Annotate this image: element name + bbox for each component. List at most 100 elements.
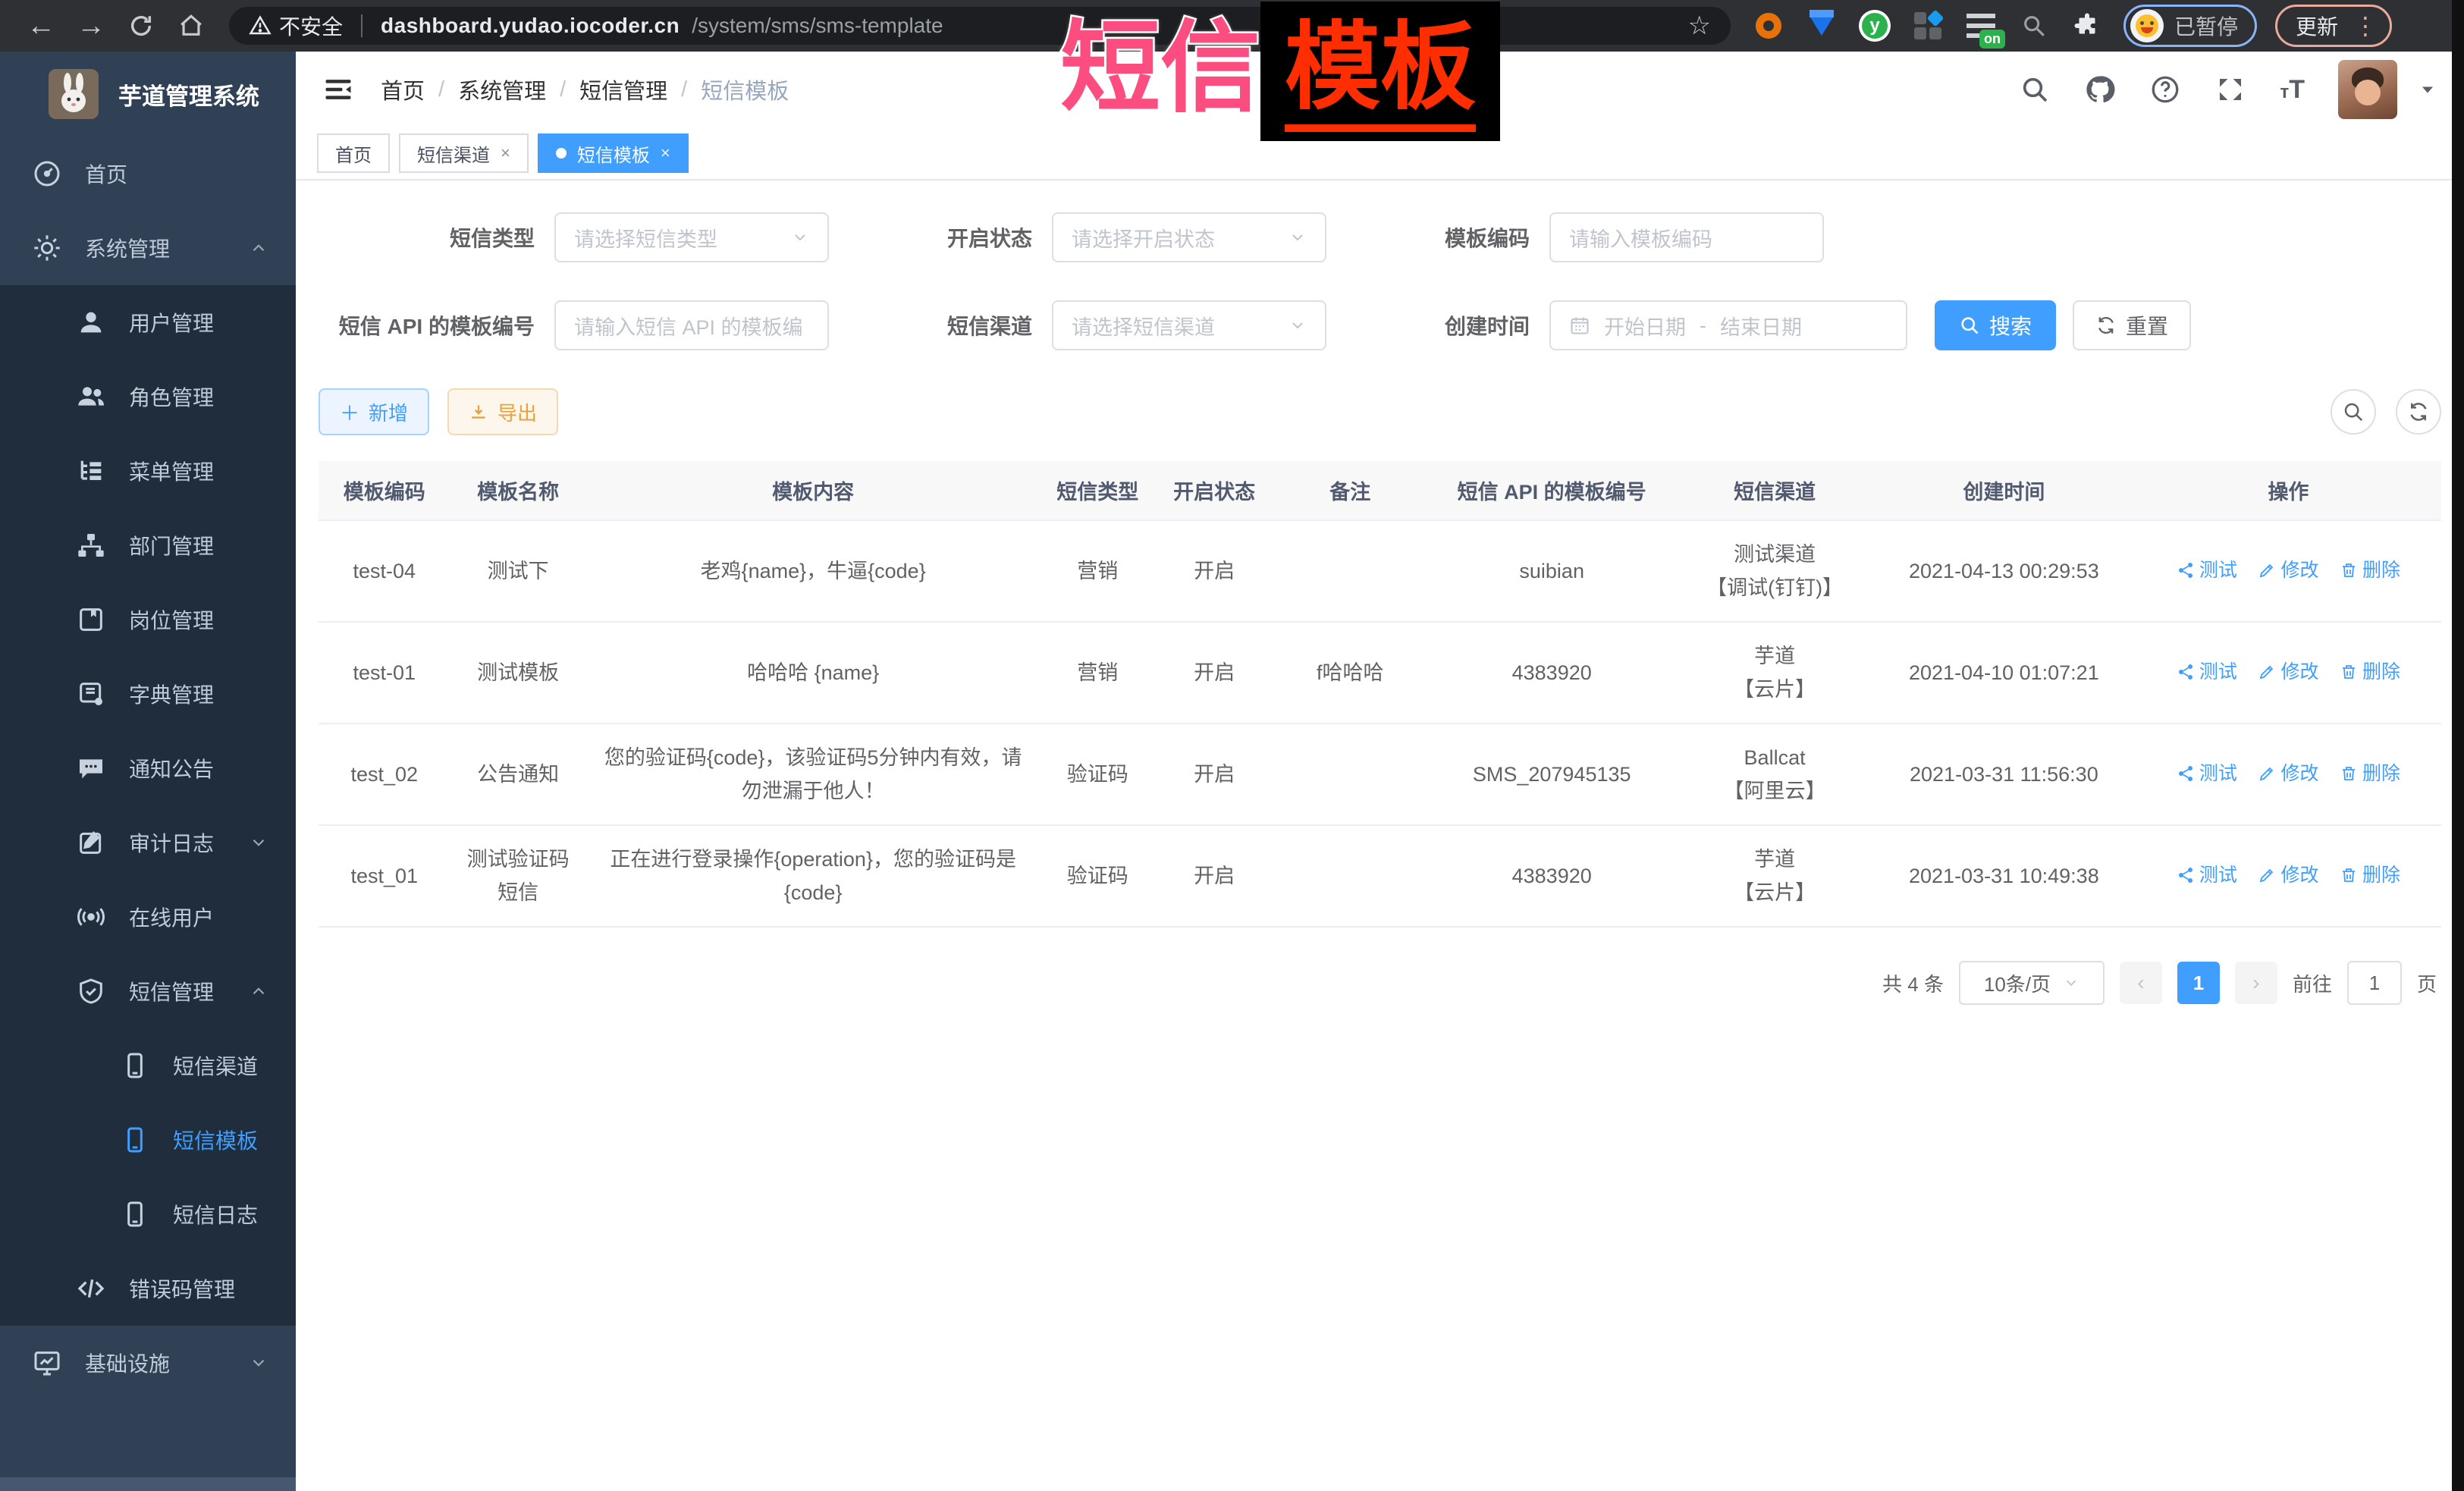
tab-sms-template[interactable]: 短信模板 ×: [538, 133, 689, 173]
breadcrumb-system[interactable]: 系统管理: [458, 74, 546, 105]
test-link[interactable]: 测试: [2177, 554, 2237, 587]
sidebar-item-sms-channel[interactable]: 短信渠道: [0, 1028, 296, 1103]
sidebar-item-home[interactable]: 首页: [0, 137, 296, 211]
search-button[interactable]: 搜索: [1935, 300, 2056, 350]
browser-home-icon[interactable]: [170, 5, 212, 47]
overlay-black-box: 模板: [1260, 2, 1500, 141]
test-link[interactable]: 测试: [2177, 655, 2237, 689]
open-status-select[interactable]: 请选择开启状态: [1052, 212, 1326, 262]
reset-button[interactable]: 重置: [2073, 300, 2191, 350]
sidebar-item-dicts[interactable]: 字典管理: [0, 657, 296, 731]
delete-link[interactable]: 删除: [2340, 655, 2400, 689]
help-icon[interactable]: [2149, 74, 2181, 105]
sidebar-header[interactable]: 芋道管理系统: [0, 52, 296, 137]
api-template-id-input[interactable]: 请输入短信 API 的模板编: [554, 300, 829, 350]
refresh-table-button[interactable]: [2396, 389, 2441, 435]
page-content: 短信类型 请选择短信类型 开启状态 请选择开启状态 模板编码 请输入模板编码: [296, 180, 2464, 1005]
sidebar-item-label: 通知公告: [129, 753, 214, 783]
sidebar: 芋道管理系统 首页 系统管理 用户管理 角色管理 菜单管理: [0, 52, 296, 1491]
extension-donut-icon[interactable]: [1752, 9, 1785, 42]
sidebar-item-label: 短信渠道: [173, 1050, 258, 1081]
github-icon[interactable]: [2084, 74, 2116, 105]
cell-content: 正在进行登录操作{operation}，您的验证码是{code}: [586, 825, 1041, 927]
breadcrumb-separator: /: [560, 77, 566, 102]
browser-update-button[interactable]: 更新 ⋮: [2275, 5, 2392, 47]
sidebar-item-error-codes[interactable]: 错误码管理: [0, 1251, 296, 1326]
col-open-status: 开启状态: [1155, 461, 1274, 520]
goto-page-input[interactable]: [2347, 961, 2402, 1005]
extension-magnifier-icon[interactable]: [2017, 9, 2051, 42]
on-badge: on: [1979, 30, 2005, 49]
extension-y-icon[interactable]: y: [1858, 9, 1891, 42]
test-link[interactable]: 测试: [2177, 859, 2237, 892]
sidebar-item-sms-template[interactable]: 短信模板: [0, 1103, 296, 1177]
cell-operations: 测试 修改 删除: [2136, 622, 2441, 724]
chevron-down-icon: [249, 833, 268, 852]
sidebar-item-menus[interactable]: 菜单管理: [0, 434, 296, 508]
sms-channel-select[interactable]: 请选择短信渠道: [1052, 300, 1326, 350]
delete-link[interactable]: 删除: [2340, 859, 2400, 892]
test-link[interactable]: 测试: [2177, 757, 2237, 790]
start-date-placeholder: 开始日期: [1604, 311, 1686, 341]
sidebar-item-departments[interactable]: 部门管理: [0, 508, 296, 582]
sidebar-item-notices[interactable]: 通知公告: [0, 731, 296, 805]
create-time-range-picker[interactable]: 开始日期 - 结束日期: [1549, 300, 1907, 350]
close-icon[interactable]: ×: [501, 143, 510, 163]
user-avatar[interactable]: [2338, 60, 2397, 119]
cell-name: 公告通知: [450, 724, 586, 825]
profile-avatar-icon: [2130, 9, 2164, 42]
delete-link[interactable]: 删除: [2340, 554, 2400, 587]
collapse-sidebar-icon[interactable]: [322, 73, 355, 106]
sms-type-select[interactable]: 请选择短信类型: [554, 212, 829, 262]
sidebar-item-online-users[interactable]: 在线用户: [0, 880, 296, 954]
edit-link[interactable]: 修改: [2258, 859, 2318, 892]
not-secure-warning[interactable]: 不安全: [249, 11, 343, 41]
show-search-toggle-button[interactable]: [2331, 389, 2376, 435]
sidebar-item-infrastructure[interactable]: 基础设施: [0, 1326, 296, 1400]
next-page-button[interactable]: ›: [2235, 962, 2277, 1004]
avatar-caret-down-icon[interactable]: [2417, 79, 2438, 100]
browser-profile-chip[interactable]: 已暂停: [2123, 5, 2257, 47]
extension-list-on-icon[interactable]: on: [1964, 9, 1998, 42]
page-1-button[interactable]: 1: [2177, 962, 2220, 1004]
sidebar-item-users[interactable]: 用户管理: [0, 285, 296, 359]
add-button[interactable]: ＋ 新增: [319, 388, 429, 435]
edit-link[interactable]: 修改: [2258, 554, 2318, 587]
bookmark-star-icon[interactable]: ☆: [1688, 11, 1711, 41]
app-logo: [49, 69, 99, 119]
font-size-icon[interactable]: тT: [2280, 75, 2305, 105]
address-bar[interactable]: 不安全 dashboard.yudao.iocoder.cn/system/sm…: [229, 7, 1731, 45]
tab-sms-channel[interactable]: 短信渠道 ×: [399, 133, 529, 173]
close-icon[interactable]: ×: [661, 143, 670, 163]
browser-reload-icon[interactable]: [120, 5, 162, 47]
edit-link[interactable]: 修改: [2258, 655, 2318, 689]
tab-home[interactable]: 首页: [317, 133, 390, 173]
cell-operations: 测试 修改 删除: [2136, 520, 2441, 622]
extension-grid-icon[interactable]: [1911, 9, 1945, 42]
browser-menu-kebab-icon[interactable]: ⋮: [2353, 11, 2378, 40]
browser-forward-icon[interactable]: →: [70, 5, 112, 47]
sidebar-item-roles[interactable]: 角色管理: [0, 359, 296, 434]
breadcrumb-sms[interactable]: 短信管理: [579, 74, 667, 105]
breadcrumb-home[interactable]: 首页: [381, 74, 425, 105]
delete-link[interactable]: 删除: [2340, 757, 2400, 790]
page-size-select[interactable]: 10条/页: [1959, 961, 2105, 1005]
export-button[interactable]: 导出: [447, 388, 558, 435]
template-code-input[interactable]: 请输入模板编码: [1549, 212, 1824, 262]
fullscreen-icon[interactable]: [2214, 74, 2246, 105]
pagination-total: 共 4 条: [1882, 969, 1944, 997]
extension-gem-icon[interactable]: [1805, 9, 1838, 42]
sidebar-item-system[interactable]: 系统管理: [0, 211, 296, 285]
sidebar-item-posts[interactable]: 岗位管理: [0, 582, 296, 657]
edit-link[interactable]: 修改: [2258, 757, 2318, 790]
browser-back-icon[interactable]: ←: [20, 5, 62, 47]
sidebar-item-sms-log[interactable]: 短信日志: [0, 1177, 296, 1251]
input-placeholder: 请输入模板编码: [1569, 223, 1712, 253]
cell-code: test-04: [319, 520, 450, 622]
search-icon[interactable]: [2019, 74, 2051, 105]
extensions-puzzle-icon[interactable]: [2070, 9, 2104, 42]
sidebar-item-sms-management[interactable]: 短信管理: [0, 954, 296, 1028]
prev-page-button[interactable]: ‹: [2120, 962, 2162, 1004]
sidebar-item-audit-log[interactable]: 审计日志: [0, 805, 296, 880]
sidebar-footer-strip: [0, 1477, 296, 1491]
